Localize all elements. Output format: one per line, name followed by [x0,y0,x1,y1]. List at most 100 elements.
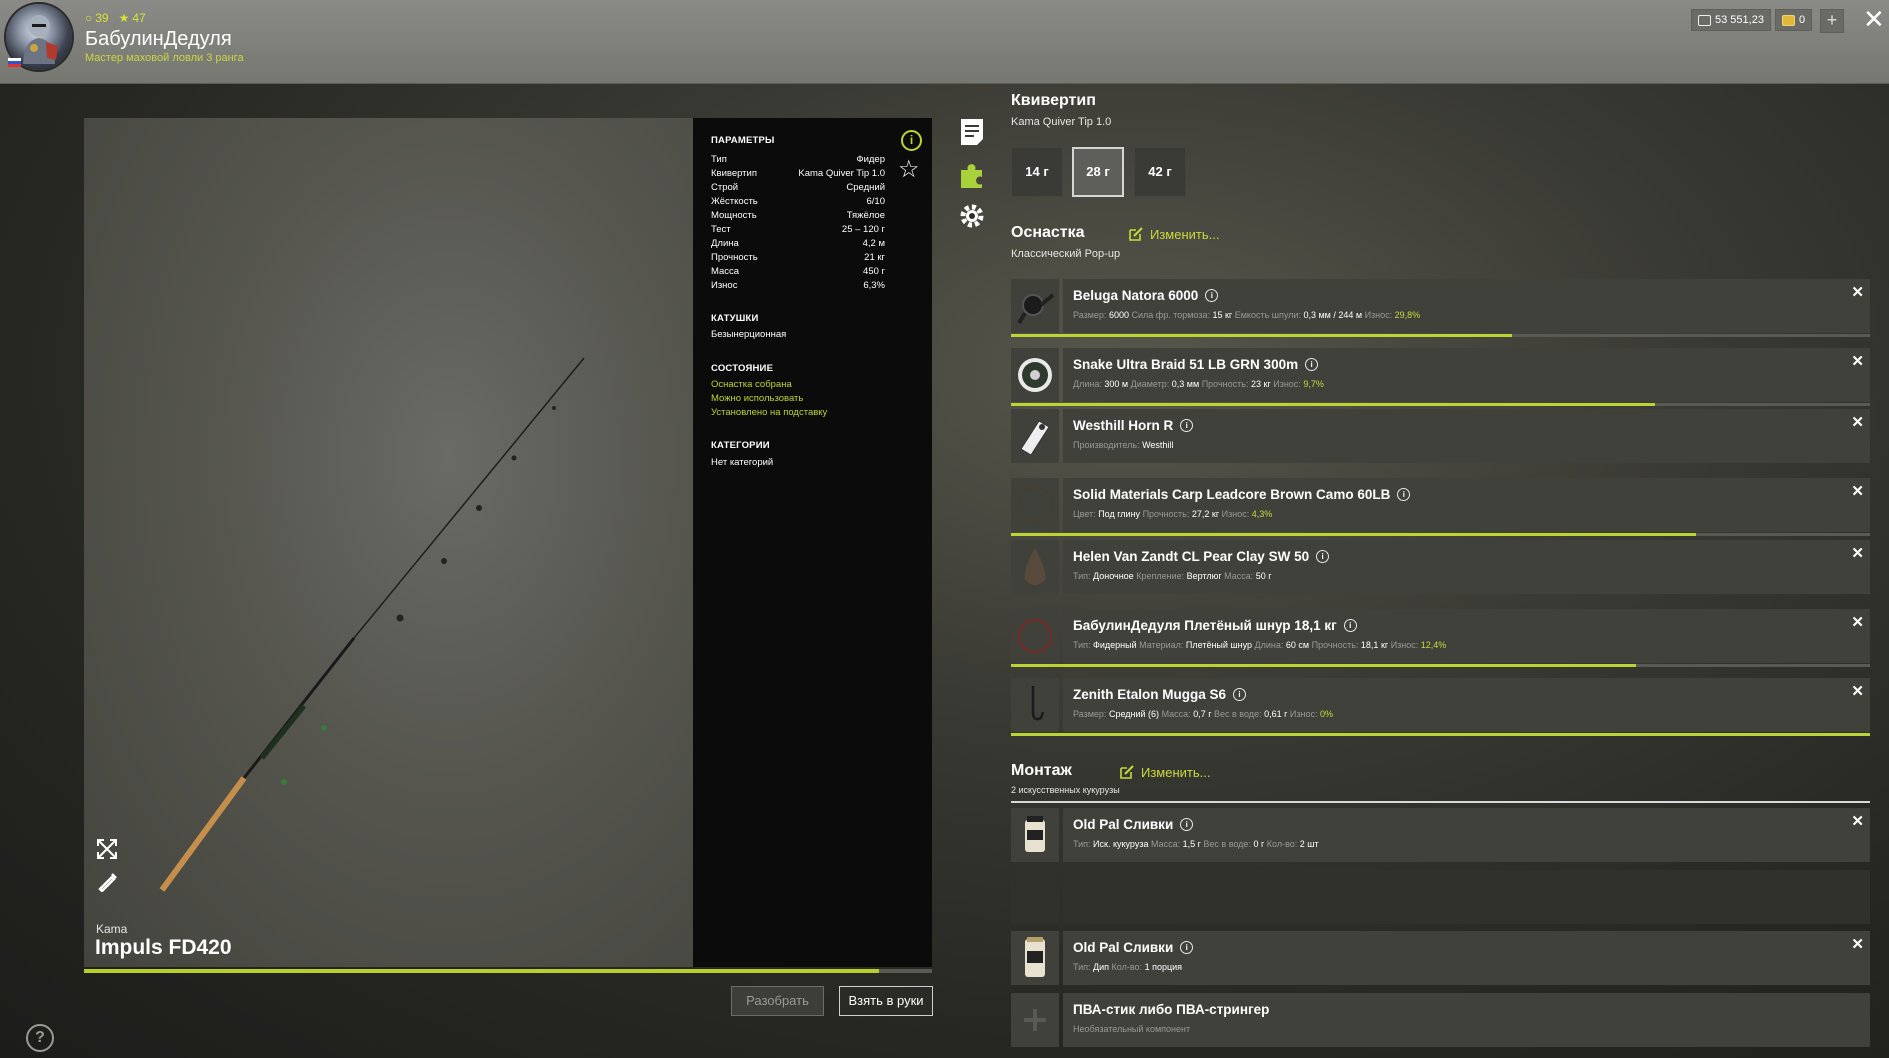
montage-optional-slot[interactable]: ПВА-стик либо ПВА-стрингер Необязательный… [1011,993,1870,1047]
item-thumbnail [1011,808,1059,862]
edit-icon [1120,765,1134,779]
puzzle-icon[interactable] [958,160,986,190]
remove-icon[interactable]: ✕ [1851,482,1864,500]
detail-value: 27,2 кг [1191,509,1220,519]
quiver-option-42g[interactable]: 42 г [1134,147,1186,197]
item-thumbnail [1011,478,1059,532]
item-body [1063,870,1870,924]
tackle-item[interactable]: Zenith Etalon Mugga S6 i Размер: Средний (… [1011,678,1870,736]
info-icon[interactable]: i [1205,289,1219,302]
detail-value: 0,61 г [1264,709,1288,719]
detail-key: Износ: [1289,709,1318,719]
tackle-change-label: Изменить... [1150,226,1220,242]
close-icon: ✕ [1863,4,1885,34]
help-icon[interactable]: ? [26,1024,54,1052]
state-assembled: Оснастка собрана [711,379,792,390]
item-title: Westhill Horn R i [1073,418,1194,433]
detail-key: Вес в воде: [1214,709,1262,719]
info-icon[interactable]: i [1233,688,1247,701]
add-currency-button[interactable]: + [1820,9,1844,33]
montage-change-link[interactable]: Изменить... [1119,764,1210,780]
take-in-hands-button[interactable]: Взять в руки [839,986,933,1016]
info-icon[interactable]: i [1180,941,1194,954]
montage-divider [1011,801,1870,803]
detail-key: Длина: [1254,640,1284,650]
params-title: ПАРАМЕТРЫ [711,135,775,146]
favorite-star-icon[interactable]: ☆ [898,158,920,182]
gold-balance[interactable]: 0 [1775,9,1813,31]
silver-coin-icon [1698,14,1711,26]
state-on-stand: Установлено на подставку [711,407,828,418]
detail-value: 4,3% [1251,509,1273,519]
info-icon[interactable]: i [1305,358,1319,371]
remove-icon[interactable]: ✕ [1851,413,1864,431]
gear-icon[interactable] [958,201,986,231]
item-details: Размер: Средний (6) Масса: 0,7 г Вес в в… [1073,709,1333,719]
detail-value: 2 шт [1299,839,1319,849]
detail-key: Производитель: [1073,440,1140,450]
close-button[interactable]: ✕ [1863,4,1885,34]
gold-value: 0 [1799,14,1806,26]
detail-key: Масса: [1150,839,1181,849]
item-details: Тип: Доночное Крепление: Вертлюг Масса: … [1073,571,1272,581]
detail-key: Износ: [1221,509,1250,519]
item-thumbnail [1011,609,1059,663]
detail-key: Износ: [1364,310,1393,320]
player-nickname[interactable]: БабулинДедуля [85,28,232,51]
tackle-item[interactable]: Snake Ultra Braid 51 LB GRN 300m i Длина: … [1011,348,1870,406]
item-wear-bar [1011,334,1870,337]
tackle-item[interactable]: Beluga Natora 6000 i Размер: 6000 Сила фр.… [1011,279,1870,337]
detail-value: 6000 [1108,310,1129,320]
info-icon[interactable]: i [901,130,922,151]
tackle-item[interactable]: БабулинДедуля Плетёный шнур 18,1 кг i Тип:… [1011,609,1870,667]
info-icon[interactable]: i [1316,550,1330,563]
item-name: Old Pal Сливки [1073,940,1174,955]
detail-value: 0,3 мм [1171,379,1200,389]
info-icon[interactable]: i [1343,619,1357,632]
remove-icon[interactable]: ✕ [1851,352,1864,370]
quiver-option-14g[interactable]: 14 г [1011,147,1063,197]
detail-value: 300 м [1104,379,1129,389]
tackle-item[interactable]: Westhill Horn R i Производитель: Westhill … [1011,409,1870,463]
item-name: Westhill Horn R [1073,418,1174,433]
rod-brand: Kama [96,922,128,936]
item-title: Zenith Etalon Mugga S6 i [1073,687,1247,702]
quiver-option-28g[interactable]: 28 г [1072,147,1124,197]
disassemble-button[interactable]: Разобрать [731,986,824,1016]
detail-key: Размер: [1073,310,1107,320]
notes-icon[interactable] [958,117,986,147]
remove-icon[interactable]: ✕ [1851,935,1864,953]
brush-icon[interactable] [96,870,118,892]
silver-balance[interactable]: 53 551,23 [1691,9,1771,31]
montage-item[interactable]: Old Pal Сливки i Тип: Иск. кукуруза Масса:… [1011,808,1870,862]
item-thumbnail [1011,409,1059,463]
info-icon[interactable]: i [1180,419,1194,432]
item-details: Размер: 6000 Сила фр. тормоза: 15 кг Емк… [1073,310,1420,320]
remove-icon[interactable]: ✕ [1851,283,1864,301]
param-key: Длина [711,238,739,249]
info-icon[interactable]: i [1397,488,1411,501]
remove-icon[interactable]: ✕ [1851,613,1864,631]
tackle-change-link[interactable]: Изменить... [1128,226,1219,242]
montage-item[interactable]: Old Pal Сливки i Тип: Дип Кол-во: 1 порция… [1011,931,1870,985]
detail-key: Необязательный компонент [1073,1024,1191,1034]
level-stat: ○ 39 [85,11,109,25]
rod-preview[interactable] [84,118,693,967]
tackle-item[interactable]: Solid Materials Carp Leadcore Brown Camo… [1011,478,1870,536]
params-panel: i ☆ ПАРАМЕТРЫ Тип Фидер Квивертип Kama Quiv… [693,118,932,967]
item-title: Snake Ultra Braid 51 LB GRN 300m i [1073,357,1319,372]
param-row: Длина 4,2 м [711,238,885,249]
item-name: БабулинДедуля Плетёный шнур 18,1 кг [1073,618,1337,633]
remove-icon[interactable]: ✕ [1851,544,1864,562]
expand-icon[interactable] [96,838,118,860]
quiver-title: Квивертип [1011,92,1096,109]
detail-value: Плетёный шнур [1185,640,1253,650]
remove-icon[interactable]: ✕ [1851,812,1864,830]
montage-empty-slot[interactable] [1011,870,1870,924]
tackle-item[interactable]: Helen Van Zandt CL Pear Clay SW 50 i Тип: … [1011,540,1870,594]
remove-icon[interactable]: ✕ [1851,682,1864,700]
detail-key: Прочность: [1201,379,1249,389]
info-icon[interactable]: i [1180,818,1194,831]
param-key: Износ [711,280,738,291]
detail-value: 23 кг [1250,379,1271,389]
